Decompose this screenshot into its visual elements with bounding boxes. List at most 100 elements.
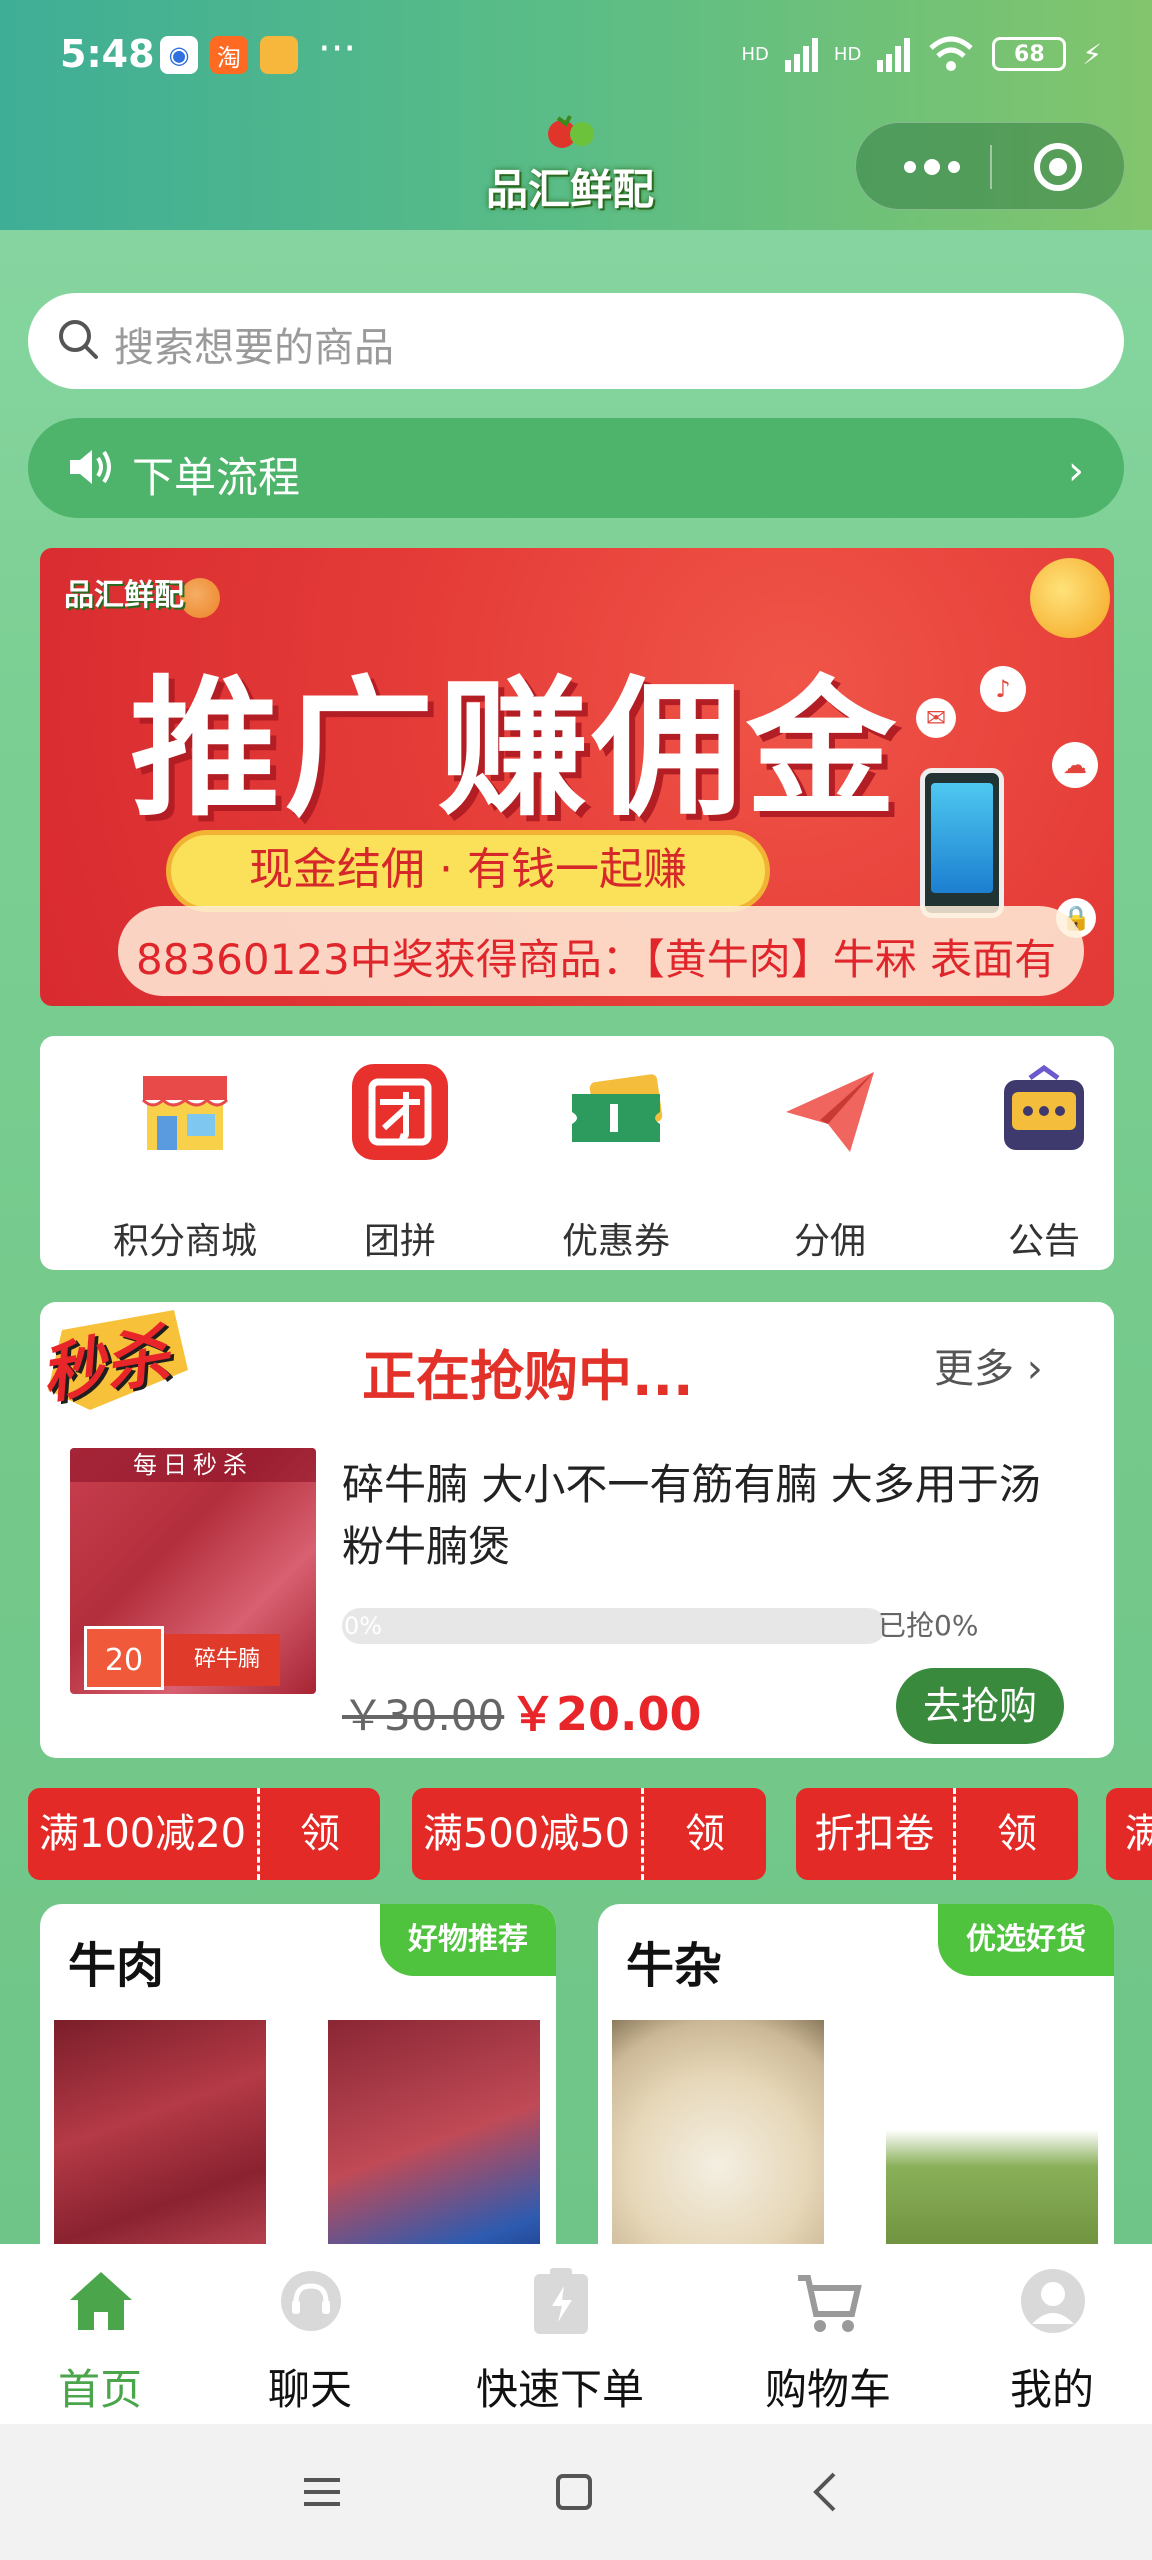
coupon-item[interactable]: 满 bbox=[1106, 1788, 1152, 1880]
quick-item-coupon[interactable]: 优惠券 bbox=[526, 1062, 706, 1262]
quick-label: 优惠券 bbox=[561, 1221, 670, 1262]
category-name: 牛肉 bbox=[68, 1938, 165, 1994]
capsule-divider bbox=[990, 145, 992, 189]
taobao-icon: 淘 bbox=[210, 36, 248, 74]
progress-bar: 0% bbox=[342, 1608, 886, 1644]
thumb-tag: 每日秒杀 bbox=[70, 1448, 316, 1482]
brand-logo: 品汇鲜配 bbox=[470, 115, 670, 214]
coupon-icon bbox=[572, 1074, 663, 1142]
buy-now-button[interactable]: 去抢购 bbox=[896, 1668, 1064, 1744]
coupon-item[interactable]: 折扣卷 领 bbox=[796, 1788, 1078, 1880]
claim-button[interactable]: 领 bbox=[260, 1788, 380, 1880]
profile-icon bbox=[1021, 2269, 1085, 2333]
coupon-strip: 满100减20 领 满500减50 领 折扣卷 领 满 bbox=[0, 1788, 1152, 1880]
paper-plane-icon bbox=[786, 1072, 874, 1152]
category-card-beef[interactable]: 牛肉 好物推荐 bbox=[40, 1904, 556, 2264]
status-right: HD HD 68 ⚡ bbox=[742, 34, 1102, 74]
banner-title: 推广赚佣金 bbox=[130, 663, 901, 837]
product-image[interactable] bbox=[54, 2020, 266, 2264]
status-time: 5:48 bbox=[60, 32, 155, 76]
flash-sale-badge: 秒杀 bbox=[36, 1302, 200, 1422]
chat-icon bbox=[281, 2271, 341, 2331]
product-name[interactable]: 碎牛腩 大小不一有筋有腩 大多用于汤粉牛腩煲 bbox=[342, 1454, 1082, 1578]
baidu-icon: ◉ bbox=[160, 36, 198, 74]
speaker-icon bbox=[70, 450, 111, 484]
coupon-item[interactable]: 满500减50 领 bbox=[412, 1788, 766, 1880]
mail-icon: ✉ bbox=[916, 698, 956, 738]
product-image[interactable] bbox=[612, 2020, 824, 2264]
chevron-right-icon: › bbox=[1026, 1346, 1043, 1392]
signal-icon-1 bbox=[784, 36, 818, 72]
product-image[interactable] bbox=[886, 2020, 1098, 2264]
tab-profile[interactable]: 我的 bbox=[952, 2244, 1152, 2424]
category-ribbon: 好物推荐 bbox=[380, 1904, 556, 1976]
search-bar[interactable]: 搜索想要的商品 bbox=[28, 293, 1124, 389]
menu-icon[interactable] bbox=[292, 2462, 352, 2522]
quick-item-points-mall[interactable]: 积分商城 bbox=[95, 1062, 275, 1262]
more-notifications-icon: ··· bbox=[318, 26, 357, 72]
quick-order-icon bbox=[534, 2268, 588, 2334]
marquee-text: 88360123中奖获得商品：【黄牛肉】牛冧 表面有 bbox=[136, 935, 1057, 984]
coupon-title: 满 bbox=[1106, 1788, 1152, 1880]
flash-heading: 正在抢购中... bbox=[362, 1345, 694, 1408]
order-process-notice[interactable]: 下单流程 › bbox=[28, 418, 1124, 518]
tab-label: 聊天 bbox=[267, 2365, 352, 2414]
system-navigation-bar bbox=[0, 2424, 1152, 2560]
coupon-item[interactable]: 满100减20 领 bbox=[28, 1788, 380, 1880]
home-icon bbox=[70, 2272, 132, 2330]
charging-icon: ⚡ bbox=[1082, 37, 1102, 71]
search-icon bbox=[59, 320, 98, 359]
quick-label: 公告 bbox=[1007, 1221, 1080, 1262]
phone-illustration bbox=[920, 768, 1004, 918]
announcement-icon bbox=[1004, 1064, 1084, 1150]
category-ribbon: 优选好货 bbox=[938, 1904, 1114, 1976]
original-price: ￥30.00 bbox=[342, 1691, 505, 1740]
signal-label-1: HD bbox=[741, 43, 769, 65]
quick-menu: 积分商城 团拼 优惠券 分佣 公告 bbox=[40, 1036, 1114, 1270]
quick-item-announcement[interactable]: 公告 bbox=[954, 1062, 1134, 1262]
tab-label: 购物车 bbox=[764, 2365, 891, 2414]
quick-item-group-buy[interactable]: 团拼 bbox=[310, 1062, 490, 1262]
notice-label: 下单流程 bbox=[132, 453, 301, 502]
back-icon[interactable] bbox=[796, 2462, 856, 2522]
tab-label: 我的 bbox=[1009, 2365, 1094, 2414]
category-card-offal[interactable]: 牛杂 优选好货 bbox=[598, 1904, 1114, 2264]
category-name: 牛杂 bbox=[626, 1938, 723, 1994]
claim-button[interactable]: 领 bbox=[956, 1788, 1078, 1880]
tab-chat[interactable]: 聊天 bbox=[210, 2244, 410, 2424]
progress-text: 0% bbox=[344, 1612, 383, 1640]
banner-slogan: 现金结佣 · 有钱一起赚 bbox=[166, 830, 770, 912]
search-placeholder: 搜索想要的商品 bbox=[114, 325, 394, 371]
bottom-tabbar: 首页 聊天 快速下单 购物车 我的 bbox=[0, 2244, 1152, 2424]
more-link[interactable]: 更多 › bbox=[934, 1336, 1043, 1394]
home-button-icon[interactable] bbox=[544, 2462, 604, 2522]
more-dots-icon[interactable] bbox=[892, 145, 972, 189]
target-icon[interactable] bbox=[1034, 143, 1082, 191]
status-row: 5:48 ◉ 淘 ··· HD HD 68 ⚡ bbox=[0, 20, 1152, 90]
quick-item-commission[interactable]: 分佣 bbox=[740, 1062, 920, 1262]
coupon-title: 折扣卷 bbox=[796, 1788, 956, 1880]
brand-name: 品汇鲜配 bbox=[485, 165, 654, 214]
note-icon bbox=[260, 36, 298, 74]
claim-button[interactable]: 领 bbox=[644, 1788, 766, 1880]
more-label: 更多 bbox=[934, 1346, 1014, 1392]
product-image[interactable] bbox=[328, 2020, 540, 2264]
mini-program-capsule[interactable] bbox=[855, 122, 1125, 210]
wifi-icon bbox=[929, 36, 973, 71]
cloud-icon: ☁ bbox=[1052, 742, 1098, 788]
coin-icon bbox=[180, 578, 220, 618]
quick-label: 分佣 bbox=[793, 1221, 866, 1262]
coupon-title: 满100减20 bbox=[28, 1788, 260, 1880]
cart-icon bbox=[798, 2275, 862, 2332]
vegetable-icon bbox=[548, 115, 594, 148]
banner-logo: 品汇鲜配 bbox=[64, 578, 184, 613]
battery-icon: 68 bbox=[992, 37, 1067, 71]
tab-quick-order[interactable]: 快速下单 bbox=[460, 2244, 660, 2424]
product-thumbnail[interactable]: 每日秒杀 碎牛腩 20 bbox=[70, 1448, 316, 1694]
tab-home[interactable]: 首页 bbox=[0, 2244, 200, 2424]
chevron-right-icon: › bbox=[1068, 448, 1084, 494]
tab-cart[interactable]: 购物车 bbox=[728, 2244, 928, 2424]
signal-label-2: HD bbox=[833, 43, 862, 65]
promo-banner[interactable]: ♪ ✉ ☁ 🔒 品汇鲜配 推广赚佣金 现金结佣 · 有钱一起赚 88360123… bbox=[40, 548, 1114, 1006]
shop-icon bbox=[141, 1076, 229, 1150]
